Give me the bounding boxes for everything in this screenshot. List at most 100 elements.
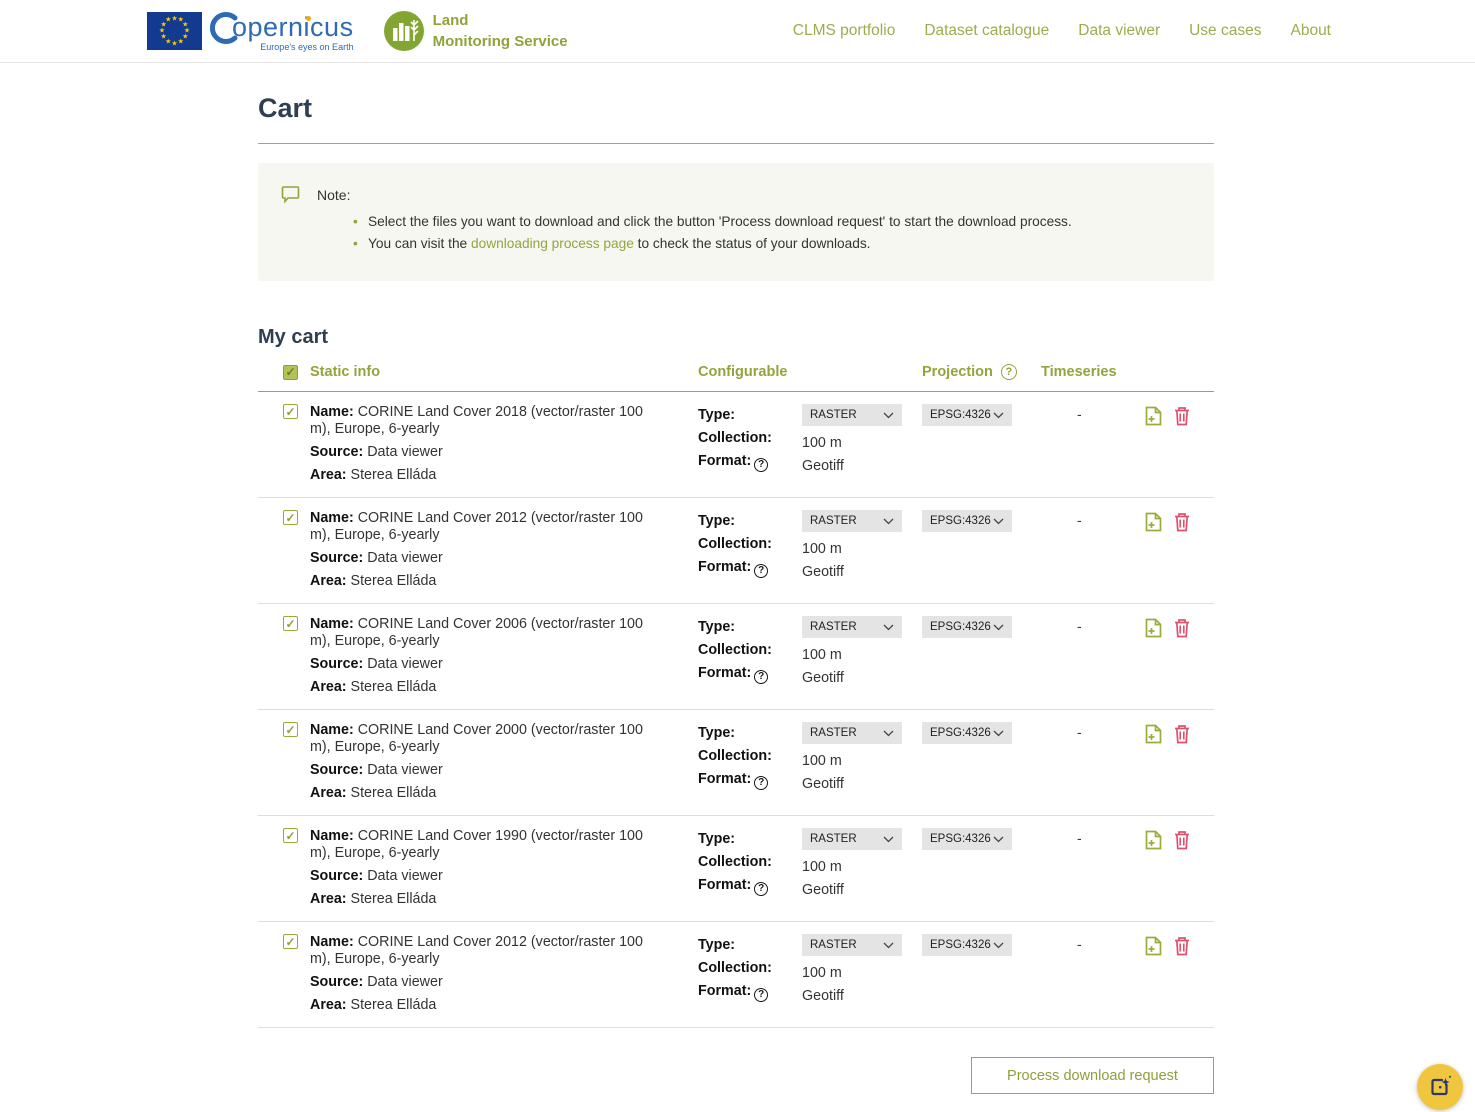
item-area: Sterea Elláda xyxy=(351,679,437,695)
trash-icon[interactable] xyxy=(1174,618,1190,638)
chevron-down-icon xyxy=(993,942,1004,949)
collection-value: 100 m xyxy=(802,965,922,981)
column-projection: Projection ? xyxy=(922,364,1041,380)
projection-cell: EPSG:4326 xyxy=(922,616,1041,638)
row-checkbox[interactable]: ✓ xyxy=(283,510,298,525)
format-help-icon[interactable]: ? xyxy=(754,988,768,1002)
copernicus-logo[interactable]: ★★★★★★★★★★★★ opernicus Europe's eyes on … xyxy=(147,11,354,52)
copernicus-text: opernicus xyxy=(232,12,354,43)
item-name: CORINE Land Cover 2018 (vector/raster 10… xyxy=(310,404,643,437)
format-help-icon[interactable]: ? xyxy=(754,564,768,578)
row-checkbox[interactable]: ✓ xyxy=(283,404,298,419)
nav-item[interactable]: CLMS portfolio xyxy=(793,22,896,40)
eu-flag-icon: ★★★★★★★★★★★★ xyxy=(147,12,202,50)
area-label: Area: xyxy=(310,997,347,1013)
projection-select[interactable]: EPSG:4326 xyxy=(922,404,1012,426)
type-select-value: RASTER xyxy=(810,727,857,739)
projection-select[interactable]: EPSG:4326 xyxy=(922,510,1012,532)
note-item: Select the files you want to download an… xyxy=(353,214,1214,229)
file-plus-icon[interactable] xyxy=(1145,618,1162,638)
type-select[interactable]: RASTER xyxy=(802,616,902,638)
item-source: Data viewer xyxy=(367,762,443,778)
trash-icon[interactable] xyxy=(1174,724,1190,744)
source-label: Source: xyxy=(310,444,363,460)
row-checkbox[interactable]: ✓ xyxy=(283,828,298,843)
area-label: Area: xyxy=(310,573,347,589)
eu-star-icon: ★ xyxy=(161,34,167,41)
projection-select[interactable]: EPSG:4326 xyxy=(922,934,1012,956)
process-download-request-button[interactable]: Process download request xyxy=(971,1057,1214,1094)
static-info-cell: Name: CORINE Land Cover 2006 (vector/ras… xyxy=(310,616,662,696)
lms-wordmark: Land Monitoring Service xyxy=(433,10,568,52)
static-info-cell: Name: CORINE Land Cover 1990 (vector/ras… xyxy=(310,828,662,908)
lms-logo[interactable]: Land Monitoring Service xyxy=(384,10,568,52)
area-label: Area: xyxy=(310,891,347,907)
my-cart-title: My cart xyxy=(258,326,1214,349)
format-value: Geotiff xyxy=(802,458,922,474)
nav-item[interactable]: Use cases xyxy=(1189,22,1261,40)
format-value: Geotiff xyxy=(802,670,922,686)
format-help-icon[interactable]: ? xyxy=(754,458,768,472)
row-checkbox[interactable]: ✓ xyxy=(283,934,298,949)
item-area: Sterea Elláda xyxy=(351,467,437,483)
trash-icon[interactable] xyxy=(1174,830,1190,850)
projection-select-value: EPSG:4326 xyxy=(930,621,991,633)
projection-select[interactable]: EPSG:4326 xyxy=(922,722,1012,744)
chevron-down-icon xyxy=(993,730,1004,737)
format-help-icon[interactable]: ? xyxy=(754,670,768,684)
format-value: Geotiff xyxy=(802,882,922,898)
row-checkbox[interactable]: ✓ xyxy=(283,616,298,631)
type-select[interactable]: RASTER xyxy=(802,510,902,532)
row-actions xyxy=(1145,510,1214,532)
chevron-down-icon xyxy=(993,624,1004,631)
trash-icon[interactable] xyxy=(1174,406,1190,426)
trash-icon[interactable] xyxy=(1174,512,1190,532)
feedback-fab-button[interactable] xyxy=(1417,1064,1463,1110)
format-label: Format: xyxy=(698,877,751,893)
nav-item[interactable]: Data viewer xyxy=(1078,22,1160,40)
nav-item[interactable]: About xyxy=(1290,22,1331,40)
format-help-icon[interactable]: ? xyxy=(754,776,768,790)
projection-help-icon[interactable]: ? xyxy=(1001,364,1017,380)
file-plus-icon[interactable] xyxy=(1145,406,1162,426)
copernicus-wordmark: opernicus Europe's eyes on Earth xyxy=(208,11,354,52)
format-value: Geotiff xyxy=(802,988,922,1004)
trash-icon[interactable] xyxy=(1174,936,1190,956)
projection-select-value: EPSG:4326 xyxy=(930,939,991,951)
type-select[interactable]: RASTER xyxy=(802,828,902,850)
file-plus-icon[interactable] xyxy=(1145,830,1162,850)
nav-item[interactable]: Dataset catalogue xyxy=(924,22,1049,40)
type-select[interactable]: RASTER xyxy=(802,722,902,744)
copernicus-tagline: Europe's eyes on Earth xyxy=(260,42,353,52)
type-select-value: RASTER xyxy=(810,939,857,951)
file-plus-icon[interactable] xyxy=(1145,512,1162,532)
speech-bubble-icon xyxy=(281,185,300,204)
row-actions xyxy=(1145,828,1214,850)
compose-sparkle-icon xyxy=(1428,1075,1452,1099)
projection-cell: EPSG:4326 xyxy=(922,828,1041,850)
file-plus-icon[interactable] xyxy=(1145,936,1162,956)
item-source: Data viewer xyxy=(367,550,443,566)
type-select[interactable]: RASTER xyxy=(802,404,902,426)
format-help-icon[interactable]: ? xyxy=(754,882,768,896)
collection-label: Collection: xyxy=(698,957,802,980)
type-label: Type: xyxy=(698,722,802,745)
type-select[interactable]: RASTER xyxy=(802,934,902,956)
configurable-labels: Type: Collection: Format:? xyxy=(698,828,802,897)
format-label: Format: xyxy=(698,665,751,681)
file-plus-icon[interactable] xyxy=(1145,724,1162,744)
projection-select[interactable]: EPSG:4326 xyxy=(922,616,1012,638)
item-area: Sterea Elláda xyxy=(351,997,437,1013)
type-select-value: RASTER xyxy=(810,515,857,527)
select-all-checkbox[interactable]: ✓ xyxy=(283,365,298,380)
chevron-down-icon xyxy=(883,836,894,843)
projection-select-value: EPSG:4326 xyxy=(930,833,991,845)
note-list: Select the files you want to download an… xyxy=(353,214,1214,251)
cart-row: ✓ Name: CORINE Land Cover 2000 (vector/r… xyxy=(258,710,1214,816)
column-configurable: Configurable xyxy=(698,364,922,380)
projection-select[interactable]: EPSG:4326 xyxy=(922,828,1012,850)
row-checkbox[interactable]: ✓ xyxy=(283,722,298,737)
row-actions xyxy=(1145,404,1214,426)
projection-cell: EPSG:4326 xyxy=(922,404,1041,426)
downloading-process-page-link[interactable]: downloading process page xyxy=(471,236,634,251)
